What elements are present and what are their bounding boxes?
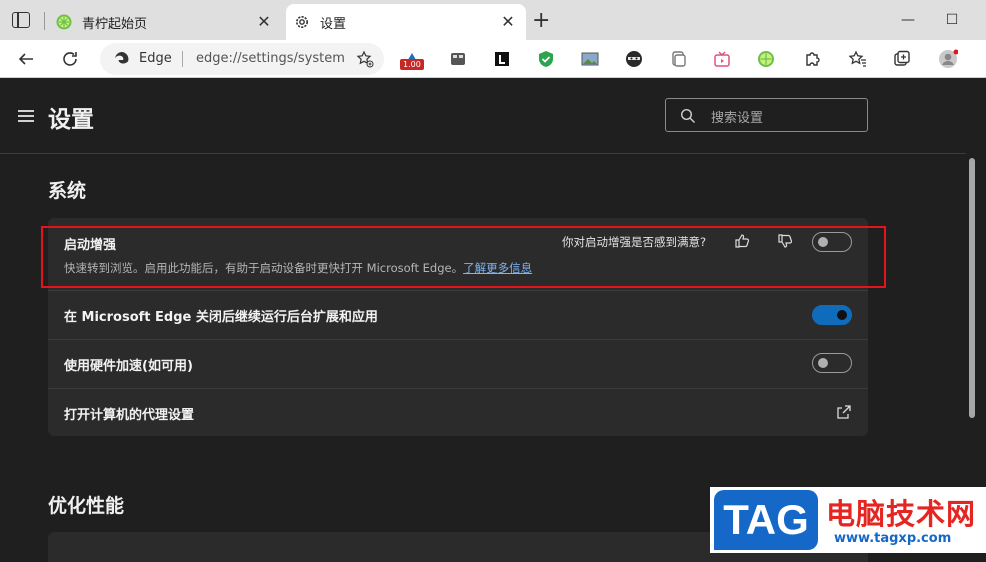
toggle-knob (818, 358, 828, 368)
site-label: Edge (139, 51, 172, 66)
browser-toolbar: Edge edge://settings/system (0, 40, 986, 78)
tab-actions-icon[interactable] (12, 12, 30, 28)
back-arrow-icon[interactable] (16, 49, 36, 69)
extension-image-icon[interactable] (580, 49, 600, 69)
new-tab-button[interactable]: + (532, 10, 550, 32)
extension-copy-icon[interactable] (668, 49, 688, 69)
extension-ninja-icon[interactable] (624, 49, 644, 69)
lime-icon[interactable] (756, 49, 776, 69)
tab-title: 青柠起始页 (82, 16, 148, 32)
tab-separator (44, 12, 45, 30)
scrollbar-thumb[interactable] (969, 158, 975, 418)
minimize-icon[interactable]: — (898, 10, 918, 30)
watermark-logo: TAG (714, 490, 818, 550)
close-icon[interactable]: ✕ (256, 14, 272, 30)
external-link-icon[interactable] (836, 404, 852, 420)
tab-settings[interactable]: 设置 ✕ (286, 4, 526, 40)
hamburger-menu-icon[interactable] (18, 110, 34, 122)
setting-title: 在 Microsoft Edge 关闭后继续运行后台扩展和应用 (64, 310, 378, 325)
settings-search-input[interactable]: 搜索设置 (665, 98, 868, 132)
watermark-name: 电脑技术网 (826, 497, 977, 531)
search-placeholder: 搜索设置 (711, 111, 764, 126)
add-favorite-icon[interactable] (356, 50, 374, 68)
watermark: TAG 电脑技术网 www.tagxp.com (710, 487, 986, 553)
tab-title: 设置 (320, 16, 347, 32)
setting-row-proxy-settings[interactable]: 打开计算机的代理设置 (48, 389, 868, 436)
page-title: 设置 (48, 107, 94, 133)
background-extensions-toggle[interactable] (812, 305, 852, 325)
setting-title: 使用硬件加速(如可用) (64, 359, 193, 374)
address-separator (182, 51, 183, 67)
extension-tv-icon[interactable] (712, 49, 732, 69)
setting-row-hardware-acceleration: 使用硬件加速(如可用) (48, 340, 868, 388)
refresh-icon[interactable] (60, 49, 80, 69)
lime-icon (56, 14, 72, 30)
section-title-system: 系统 (48, 180, 87, 202)
hardware-acceleration-toggle[interactable] (812, 353, 852, 373)
setting-title: 打开计算机的代理设置 (64, 408, 195, 423)
shield-icon[interactable] (536, 49, 556, 69)
setting-row-background-extensions: 在 Microsoft Edge 关闭后继续运行后台扩展和应用 (48, 291, 868, 339)
toggle-knob (837, 310, 847, 320)
gear-icon (296, 16, 308, 28)
tab-start-page[interactable]: 青柠起始页 ✕ (48, 4, 282, 40)
section-title-performance: 优化性能 (48, 495, 125, 517)
extension-l-icon[interactable] (492, 49, 512, 69)
maximize-icon[interactable]: ☐ (942, 10, 962, 30)
annotation-highlight-box (41, 226, 886, 288)
tab-bar: 青柠起始页 ✕ 设置 ✕ + — ☐ (0, 0, 986, 40)
settings-header: 设置 搜索设置 (0, 78, 978, 154)
extension-badge: 1.00 (400, 59, 424, 70)
url-text[interactable]: edge://settings/system (196, 51, 345, 66)
close-icon[interactable]: ✕ (500, 14, 516, 30)
extension-grid-icon[interactable] (448, 49, 468, 69)
favorites-icon[interactable] (848, 49, 868, 69)
profile-avatar-icon[interactable] (938, 49, 958, 69)
address-bar[interactable]: Edge edge://settings/system (100, 43, 384, 75)
watermark-url: www.tagxp.com (834, 531, 952, 546)
extensions-puzzle-icon[interactable] (802, 49, 822, 69)
collections-icon[interactable] (892, 49, 912, 69)
settings-content: 设置 搜索设置 系统 启动增强 快速转到浏览。启用此功能后，有助于启动设备时更快… (0, 78, 986, 553)
edge-logo-icon (115, 52, 129, 64)
search-icon (680, 108, 695, 123)
